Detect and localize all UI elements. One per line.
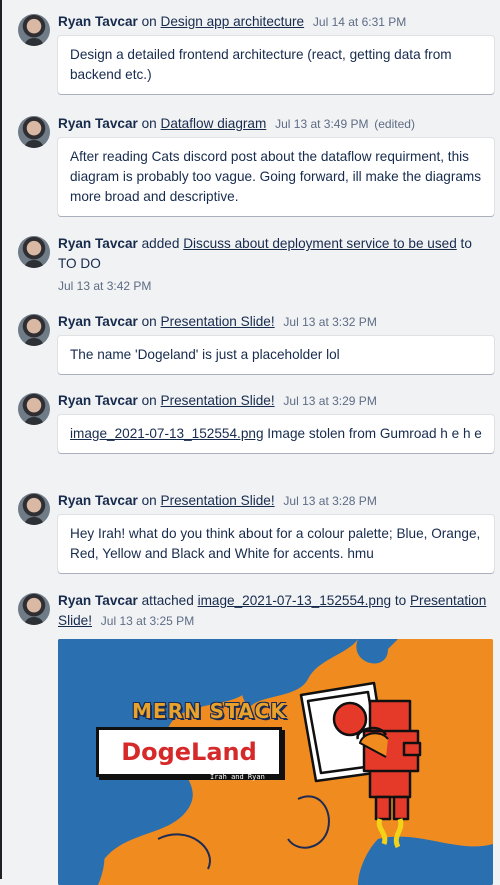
card-link[interactable]: Presentation Slide!: [161, 314, 275, 329]
attachment-thumbnail[interactable]: MERN STACK DogeLand Irah and Ryan: [58, 639, 493, 885]
comment-body: After reading Cats discord post about th…: [58, 138, 494, 216]
edited-label: (edited): [374, 117, 415, 131]
list-name: TO DO: [58, 256, 101, 271]
timestamp[interactable]: Jul 13 at 3:32 PM: [283, 315, 376, 329]
author-name[interactable]: Ryan Tavcar: [58, 393, 138, 408]
activity-feed: Ryan Tavcar on Design app architecture J…: [18, 10, 494, 885]
window-edge: [0, 0, 2, 879]
thumbnail-byline: Irah and Ryan: [210, 773, 265, 781]
card-link[interactable]: Discuss about deployment service to be u…: [183, 236, 457, 251]
activity-item: Ryan Tavcar on Design app architecture J…: [18, 10, 494, 112]
attachment-link[interactable]: image_2021-07-13_152554.png: [70, 426, 264, 441]
activity-header: Ryan Tavcar on Design app architecture J…: [58, 10, 494, 32]
activity-item: Ryan Tavcar added Discuss about deployme…: [18, 232, 494, 310]
author-name[interactable]: Ryan Tavcar: [58, 493, 138, 508]
avatar[interactable]: [18, 116, 50, 148]
author-name[interactable]: Ryan Tavcar: [58, 593, 138, 608]
thumbnail-title-box: DogeLand: [96, 727, 282, 777]
activity-header: Ryan Tavcar on Presentation Slide! Jul 1…: [58, 389, 494, 411]
activity-verb: added: [141, 236, 180, 251]
avatar[interactable]: [18, 314, 50, 346]
author-name[interactable]: Ryan Tavcar: [58, 236, 138, 251]
author-name[interactable]: Ryan Tavcar: [58, 314, 138, 329]
author-name[interactable]: Ryan Tavcar: [58, 14, 138, 29]
activity-item: Ryan Tavcar on Presentation Slide! Jul 1…: [18, 310, 494, 389]
activity-header: Ryan Tavcar added Discuss about deployme…: [58, 232, 494, 296]
card-link[interactable]: Presentation Slide!: [161, 493, 275, 508]
activity-item: Ryan Tavcar attached image_2021-07-13_15…: [18, 589, 494, 885]
card-link[interactable]: Design app architecture: [161, 14, 305, 29]
avatar[interactable]: [18, 393, 50, 425]
avatar[interactable]: [18, 493, 50, 525]
card-link[interactable]: Dataflow diagram: [161, 116, 267, 131]
activity-verb: on: [141, 116, 157, 131]
thumbnail-heading: MERN STACK: [132, 699, 287, 723]
thumbnail-title: DogeLand: [121, 738, 257, 766]
activity-header: Ryan Tavcar on Presentation Slide! Jul 1…: [58, 489, 494, 511]
activity-verb: attached: [141, 593, 194, 608]
timestamp[interactable]: Jul 13 at 3:49 PM: [275, 117, 368, 131]
comment-text: Image stolen from Gumroad h e h e: [267, 426, 482, 441]
to-text: to: [460, 236, 472, 251]
activity-item: Ryan Tavcar on Presentation Slide! Jul 1…: [18, 489, 494, 589]
comment-body: Hey Irah! what do you think about for a …: [58, 515, 494, 573]
comment-body: image_2021-07-13_152554.png Image stolen…: [58, 415, 494, 453]
author-name[interactable]: Ryan Tavcar: [58, 116, 138, 131]
attachment-link[interactable]: image_2021-07-13_152554.png: [198, 593, 392, 608]
activity-verb: on: [141, 493, 157, 508]
to-text: to: [394, 593, 407, 608]
timestamp[interactable]: Jul 13 at 3:42 PM: [58, 276, 494, 296]
card-link[interactable]: Presentation Slide!: [161, 393, 275, 408]
avatar[interactable]: [18, 593, 50, 625]
avatar[interactable]: [18, 236, 50, 268]
activity-item: Ryan Tavcar on Presentation Slide! Jul 1…: [18, 389, 494, 489]
activity-verb: on: [141, 14, 157, 29]
activity-verb: on: [141, 314, 157, 329]
timestamp[interactable]: Jul 13 at 3:25 PM: [101, 614, 194, 628]
timestamp[interactable]: Jul 13 at 3:29 PM: [283, 394, 376, 408]
comment-body: Design a detailed frontend architecture …: [58, 36, 494, 94]
activity-header: Ryan Tavcar on Dataflow diagram Jul 13 a…: [58, 112, 494, 134]
avatar[interactable]: [18, 14, 50, 46]
timestamp[interactable]: Jul 13 at 3:28 PM: [283, 494, 376, 508]
activity-header: Ryan Tavcar on Presentation Slide! Jul 1…: [58, 310, 494, 332]
activity-item: Ryan Tavcar on Dataflow diagram Jul 13 a…: [18, 112, 494, 232]
activity-header: Ryan Tavcar attached image_2021-07-13_15…: [58, 589, 494, 631]
timestamp[interactable]: Jul 14 at 6:31 PM: [313, 15, 406, 29]
activity-verb: on: [141, 393, 157, 408]
comment-body: The name 'Dogeland' is just a placeholde…: [58, 336, 494, 374]
